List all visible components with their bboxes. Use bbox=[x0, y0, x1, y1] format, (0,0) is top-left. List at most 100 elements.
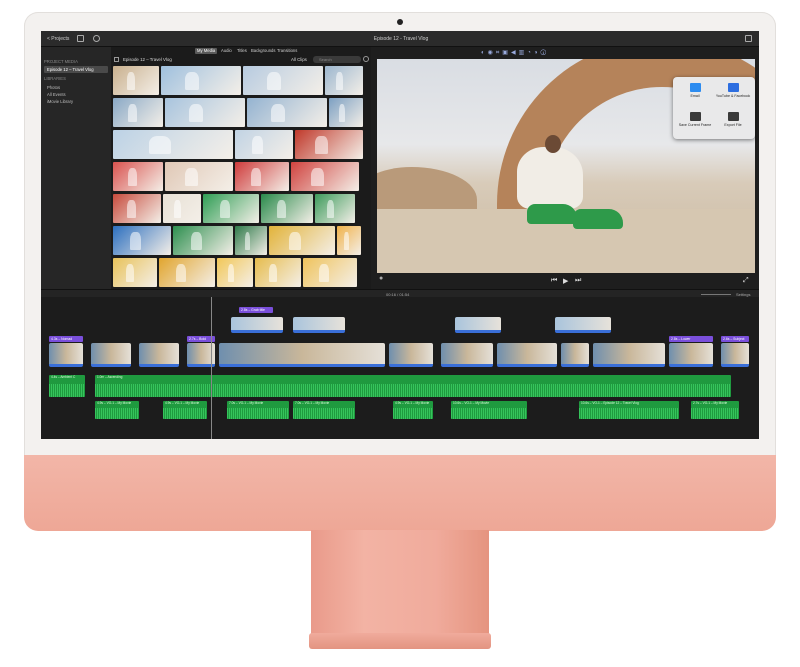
clip-thumbnail[interactable] bbox=[113, 98, 163, 127]
search-input[interactable]: Search bbox=[313, 56, 361, 63]
clip-thumbnail[interactable] bbox=[203, 194, 259, 223]
noise-reduction-icon[interactable]: ▥ bbox=[519, 50, 528, 56]
voiceover-clip[interactable]: 10.6s – VO-1 – Episode 12 – Travel Vlog bbox=[579, 401, 679, 419]
sidebar-toggle-icon[interactable] bbox=[114, 57, 119, 62]
video-clip[interactable] bbox=[389, 343, 433, 367]
title-clip[interactable]: 2.8s – Grab title bbox=[239, 307, 273, 313]
clip-thumbnail[interactable] bbox=[113, 162, 163, 191]
clip-label[interactable]: 2.8s – Lower bbox=[669, 336, 713, 342]
clip-thumbnail[interactable] bbox=[173, 226, 233, 255]
clip-thumbnail[interactable] bbox=[329, 98, 363, 127]
voiceover-clip[interactable]: 7.0s – VO-1 – My Movie bbox=[293, 401, 355, 419]
fullscreen-icon[interactable]: ⤢ bbox=[743, 277, 749, 285]
voiceover-clip[interactable]: 4.9s – VO-1 – My Movie bbox=[163, 401, 207, 419]
clip-thumbnail[interactable] bbox=[113, 130, 233, 159]
clip-thumbnail[interactable] bbox=[159, 258, 215, 287]
libraries-sidebar: PROJECT MEDIA Episode 12 – Travel Vlog L… bbox=[41, 47, 111, 289]
voiceover-clip[interactable]: 4.9s – VO-1 – My Movie bbox=[95, 401, 139, 419]
clip-thumbnail[interactable] bbox=[315, 194, 355, 223]
clip-thumbnail[interactable] bbox=[113, 66, 159, 95]
clip-thumbnail[interactable] bbox=[255, 258, 301, 287]
project-timeline[interactable]: 4.3s – Nomad 2.7s – Bold 2.8s – Lower 2.6s … bbox=[41, 297, 759, 439]
settings-gear-icon[interactable] bbox=[363, 56, 369, 62]
clip-thumbnail[interactable] bbox=[113, 226, 171, 255]
video-clip[interactable] bbox=[91, 343, 131, 367]
video-clip[interactable] bbox=[561, 343, 589, 367]
share-export-button[interactable]: Export File bbox=[715, 110, 751, 136]
cutaway-clip[interactable] bbox=[293, 317, 345, 333]
voiceover-clip[interactable]: 10.6s – VO-1 – My Movie bbox=[451, 401, 527, 419]
voiceover-clip[interactable]: 2.7s – VO-1 – My Movie bbox=[691, 401, 739, 419]
speed-icon[interactable]: ◔ bbox=[527, 50, 534, 56]
playhead[interactable] bbox=[211, 297, 212, 439]
clip-thumbnail[interactable] bbox=[325, 66, 363, 95]
video-clip[interactable] bbox=[441, 343, 493, 367]
play-icon[interactable]: ▶ bbox=[563, 277, 568, 285]
tab-audio[interactable]: Audio bbox=[219, 48, 234, 54]
background-music-clip[interactable]: 1.0m – Ascending bbox=[95, 375, 731, 397]
video-clip[interactable] bbox=[669, 343, 713, 367]
clip-thumbnail[interactable] bbox=[269, 226, 335, 255]
voiceover-clip[interactable]: 7.0s – VO-1 – My Movie bbox=[227, 401, 289, 419]
clip-thumbnail[interactable] bbox=[291, 162, 359, 191]
cutaway-clip[interactable] bbox=[555, 317, 611, 333]
clip-filter-select[interactable]: All Clips bbox=[291, 57, 307, 62]
info-icon[interactable]: ⓘ bbox=[540, 50, 549, 56]
tab-titles[interactable]: Titles bbox=[235, 48, 249, 54]
import-icon[interactable] bbox=[93, 35, 100, 42]
share-email-button[interactable]: Email bbox=[677, 81, 713, 107]
share-youtube-button[interactable]: YouTube & Facebook bbox=[715, 81, 751, 107]
clip-thumbnail[interactable] bbox=[113, 258, 157, 287]
clip-thumbnail[interactable] bbox=[165, 162, 233, 191]
color-balance-icon[interactable]: ◐ bbox=[481, 50, 488, 56]
clip-thumbnail[interactable] bbox=[161, 66, 241, 95]
fast-forward-icon[interactable]: ⏭ bbox=[575, 277, 581, 285]
clip-thumbnail[interactable] bbox=[337, 226, 361, 255]
stabilization-icon[interactable]: ▣ bbox=[502, 50, 511, 56]
video-clip[interactable] bbox=[721, 343, 749, 367]
adjustment-toolbar: ◐◉⌗▣◀▥◔◑ⓘ bbox=[481, 49, 549, 57]
volume-icon[interactable]: ◀ bbox=[511, 50, 519, 56]
video-clip[interactable] bbox=[49, 343, 83, 367]
audio-label: 10.6s – VO-1 – My Movie bbox=[453, 401, 489, 405]
share-icon[interactable] bbox=[745, 35, 752, 42]
cutaway-clip[interactable] bbox=[455, 317, 501, 333]
clip-thumbnail[interactable] bbox=[235, 130, 293, 159]
browser-heading: Episode 12 – Travel Vlog bbox=[123, 57, 172, 62]
video-clip[interactable] bbox=[139, 343, 179, 367]
voiceover-clip[interactable]: 4.9s – VO-1 – My Movie bbox=[393, 401, 433, 419]
clip-label[interactable]: 4.3s – Nomad bbox=[49, 336, 83, 342]
clip-thumbnail[interactable] bbox=[303, 258, 357, 287]
sidebar-item-project[interactable]: Episode 12 – Travel Vlog bbox=[44, 66, 108, 73]
clip-thumbnail[interactable] bbox=[235, 226, 267, 255]
sidebar-item-photos[interactable]: Photos bbox=[44, 84, 108, 91]
color-correction-icon[interactable]: ◉ bbox=[488, 50, 496, 56]
tab-backgrounds[interactable]: Backgrounds bbox=[249, 48, 277, 54]
sidebar-item-imovie-library[interactable]: iMovie Library bbox=[44, 98, 108, 105]
clip-thumbnail[interactable] bbox=[217, 258, 253, 287]
video-clip[interactable] bbox=[219, 343, 385, 367]
share-frame-button[interactable]: Save Current Frame bbox=[677, 110, 713, 136]
zoom-slider[interactable] bbox=[701, 294, 731, 295]
clip-thumbnail[interactable] bbox=[243, 66, 323, 95]
cutaway-clip[interactable] bbox=[231, 317, 283, 333]
background-music-clip[interactable]: 4.4s – Ambient C bbox=[49, 375, 85, 397]
sidebar-item-all-events[interactable]: All Events bbox=[44, 91, 108, 98]
clip-thumbnail[interactable] bbox=[261, 194, 313, 223]
library-toggle-icon[interactable] bbox=[77, 35, 84, 42]
clip-thumbnail[interactable] bbox=[163, 194, 201, 223]
audio-label: 1.0m – Ascending bbox=[97, 375, 123, 379]
rewind-icon[interactable]: ⏮ bbox=[551, 277, 557, 285]
video-clip[interactable] bbox=[497, 343, 557, 367]
microphone-icon[interactable]: ● bbox=[379, 275, 383, 282]
clip-thumbnail[interactable] bbox=[295, 130, 363, 159]
clip-thumbnail[interactable] bbox=[247, 98, 327, 127]
clip-label[interactable]: 2.6s – Subject bbox=[721, 336, 749, 342]
clip-thumbnail[interactable] bbox=[235, 162, 289, 191]
video-clip[interactable] bbox=[593, 343, 665, 367]
clip-thumbnail[interactable] bbox=[165, 98, 245, 127]
tab-transitions[interactable]: Transitions bbox=[275, 48, 299, 54]
tab-my-media[interactable]: My Media bbox=[195, 48, 218, 54]
clip-thumbnail[interactable] bbox=[113, 194, 161, 223]
projects-back-button[interactable]: < Projects bbox=[47, 36, 69, 42]
